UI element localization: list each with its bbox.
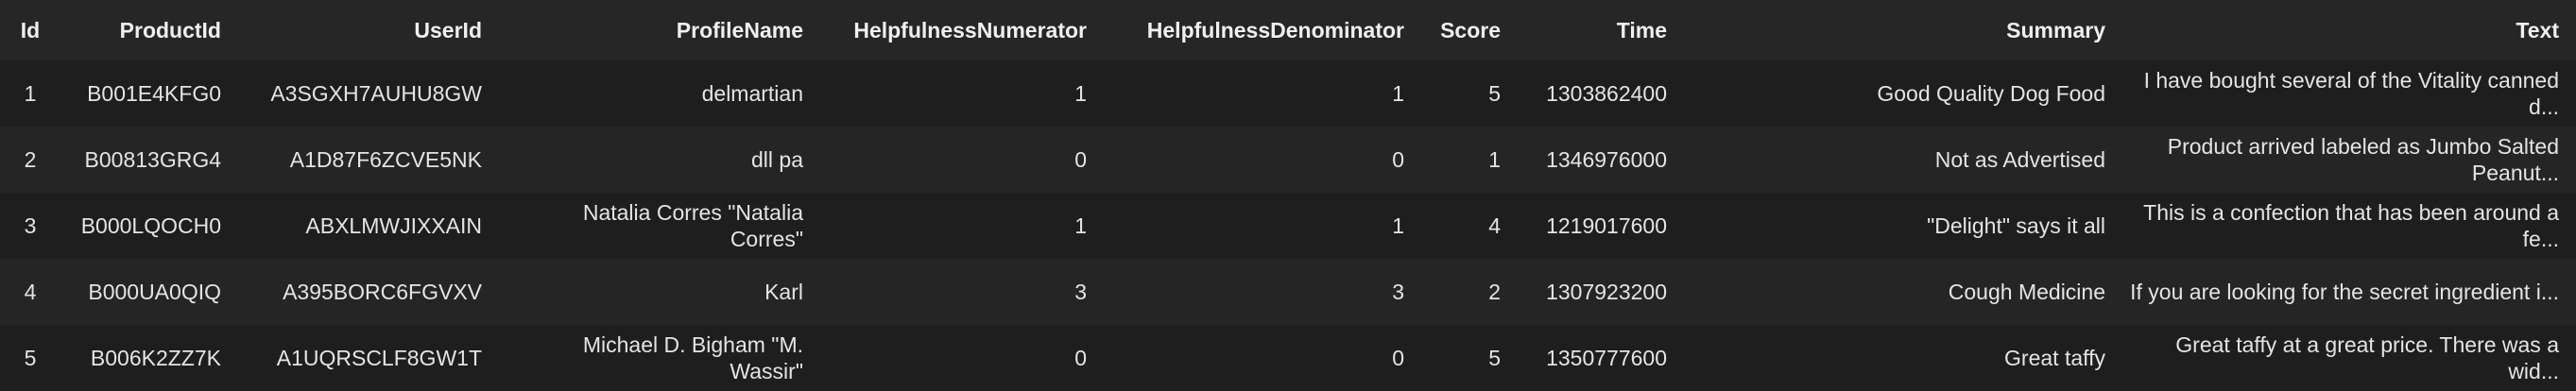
column-header-userid[interactable]: UserId [238,0,499,60]
cell-text: Great taffy at a great price. There was … [2175,332,2559,383]
cell-score: 1 [1488,147,1501,172]
cell-userid: A395BORC6FGVXV [283,280,482,304]
column-header-helpfulnessdenominator[interactable]: HelpfulnessDenominator [1104,0,1421,60]
cell-profilename: Michael D. Bigham "M. Wassir" [582,332,803,383]
cell-time: 1307923200 [1546,280,1667,304]
cell-helpfulnessnumerator: 3 [1074,280,1087,304]
cell-time: 1303862400 [1546,81,1667,106]
cell-helpfulnessnumerator: 0 [1074,147,1087,172]
cell-summary: Not as Advertised [1934,147,2105,172]
dataframe-output: Id ProductId UserId ProfileName Helpfuln… [0,0,2576,391]
cell-time: 1346976000 [1546,147,1667,172]
cell-text: I have bought several of the Vitality ca… [2143,68,2559,119]
column-header-productid[interactable]: ProductId [62,0,238,60]
table-row: 5 B006K2ZZ7K A1UQRSCLF8GW1T Michael D. B… [0,325,2576,391]
cell-productid: B000UA0QIQ [88,280,221,304]
cell-productid: B006K2ZZ7K [90,346,221,370]
cell-profilename: dll pa [751,147,803,172]
column-header-id[interactable]: Id [0,0,62,60]
cell-userid: A3SGXH7AUHU8GW [270,81,482,106]
cell-id: 4 [24,280,37,304]
cell-profilename: Karl [764,280,803,304]
column-header-text[interactable]: Text [2122,0,2576,60]
cell-helpfulnessdenominator: 0 [1392,147,1404,172]
cell-time: 1219017600 [1546,213,1667,238]
column-header-score[interactable]: Score [1421,0,1518,60]
cell-score: 5 [1488,346,1501,370]
header-row: Id ProductId UserId ProfileName Helpfuln… [0,0,2576,60]
cell-profilename: Natalia Corres "Natalia Corres" [582,200,803,251]
column-header-time[interactable]: Time [1518,0,1684,60]
cell-summary: Great taffy [2004,346,2105,370]
cell-helpfulnessdenominator: 1 [1392,213,1404,238]
cell-score: 2 [1488,280,1501,304]
cell-helpfulnessdenominator: 0 [1392,346,1404,370]
cell-productid: B000LQOCH0 [80,213,221,238]
cell-summary: Cough Medicine [1948,280,2105,304]
cell-helpfulnessnumerator: 0 [1074,346,1087,370]
cell-id: 5 [24,346,37,370]
cell-userid: A1D87F6ZCVE5NK [289,147,482,172]
cell-productid: B00813GRG4 [84,147,221,172]
cell-score: 5 [1488,81,1501,106]
cell-text: Product arrived labeled as Jumbo Salted … [2167,134,2559,185]
column-header-helpfulnessnumerator[interactable]: HelpfulnessNumerator [820,0,1104,60]
cell-productid: B001E4KFG0 [87,81,221,106]
table-row: 4 B000UA0QIQ A395BORC6FGVXV Karl 3 3 2 1… [0,259,2576,325]
cell-summary: "Delight" says it all [1927,213,2105,238]
table-row: 3 B000LQOCH0 ABXLMWJIXXAIN Natalia Corre… [0,193,2576,259]
reviews-table: Id ProductId UserId ProfileName Helpfuln… [0,0,2576,391]
cell-helpfulnessnumerator: 1 [1074,213,1087,238]
table-row: 1 B001E4KFG0 A3SGXH7AUHU8GW delmartian 1… [0,60,2576,127]
cell-time: 1350777600 [1546,346,1667,370]
cell-profilename: delmartian [701,81,803,106]
cell-id: 1 [24,81,37,106]
cell-summary: Good Quality Dog Food [1877,81,2105,106]
cell-text: If you are looking for the secret ingred… [2130,280,2559,304]
table-body: 1 B001E4KFG0 A3SGXH7AUHU8GW delmartian 1… [0,60,2576,391]
cell-helpfulnessdenominator: 3 [1392,280,1404,304]
cell-text: This is a confection that has been aroun… [2143,200,2559,251]
cell-helpfulnessdenominator: 1 [1392,81,1404,106]
cell-score: 4 [1488,213,1501,238]
cell-id: 2 [24,147,37,172]
cell-userid: ABXLMWJIXXAIN [305,213,482,238]
column-header-profilename[interactable]: ProfileName [499,0,820,60]
cell-id: 3 [24,213,37,238]
table-header: Id ProductId UserId ProfileName Helpfuln… [0,0,2576,60]
cell-userid: A1UQRSCLF8GW1T [276,346,482,370]
column-header-summary[interactable]: Summary [1684,0,2122,60]
table-row: 2 B00813GRG4 A1D87F6ZCVE5NK dll pa 0 0 1… [0,127,2576,193]
cell-helpfulnessnumerator: 1 [1074,81,1087,106]
